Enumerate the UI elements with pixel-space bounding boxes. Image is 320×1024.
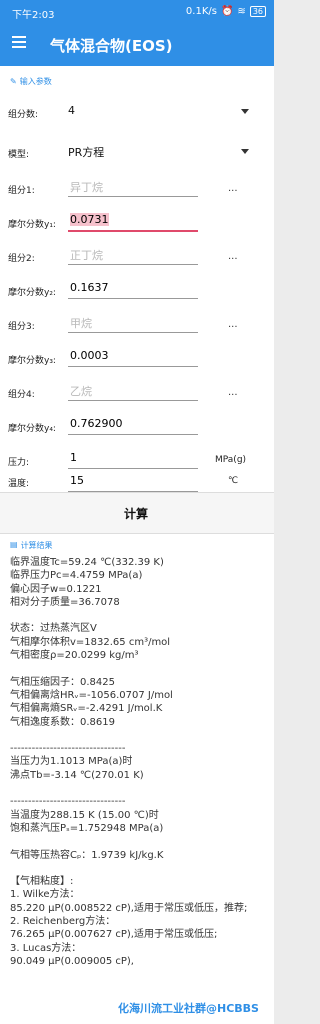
result-line [10, 662, 247, 675]
temp-row: 温度: 15 ℃ [0, 474, 274, 492]
page-title: 气体混合物(EOS) [50, 37, 173, 55]
model-label: 模型: [8, 150, 30, 160]
result-line [10, 609, 247, 622]
alarm-icon: ⏰ [220, 6, 234, 17]
result-line: 气相摩尔体积v=1832.65 cm³/mol [10, 636, 171, 648]
result-line [10, 782, 247, 795]
comp3-label: 组分3: [8, 322, 35, 332]
pressure-label: 压力: [8, 458, 30, 468]
result-line: 【气相粘度】: [10, 876, 74, 888]
battery-icon: 36 [249, 6, 266, 17]
comp1-input[interactable]: 异丁烷 [68, 176, 198, 197]
edit-icon: ✎ [10, 77, 17, 86]
comp1-label: 组分1: [8, 186, 35, 196]
menu-icon[interactable] [12, 36, 26, 48]
result-line [10, 835, 247, 848]
comp4-input[interactable]: 乙烷 [68, 380, 198, 401]
pressure-input[interactable]: 1 [68, 448, 198, 469]
y4-row: 摩尔分数y₄: 0.762900 [0, 412, 274, 440]
y2-label: 摩尔分数y₂: [8, 288, 56, 298]
comp1-picker-button[interactable]: ... [228, 183, 238, 194]
comp4-label: 组分4: [8, 390, 35, 400]
comp4-picker-button[interactable]: ... [228, 387, 238, 398]
status-icons: 0.1K/s ⏰ ≋ 36 [186, 6, 266, 17]
document-icon: ▤ [10, 540, 18, 549]
comp3-picker-button[interactable]: ... [228, 319, 238, 330]
result-line: 临界压力Pc=4.4759 MPa(a) [10, 570, 143, 582]
input-form: ✎ 输入参数 组分数: 4 模型: PR方程 组分1: 异丁烷 ... 摩尔分数… [0, 66, 274, 492]
y1-input[interactable]: 0.0731 [68, 210, 198, 232]
result-line: 当温度为288.15 K (15.00 ℃)时 [10, 809, 159, 821]
result-line: 3. Lucas方法： [10, 942, 82, 954]
results-header: ▤ 计算结果 [10, 540, 53, 551]
y1-label: 摩尔分数y₁: [8, 220, 56, 230]
calculate-button[interactable]: 计算 [0, 492, 274, 534]
temp-unit: ℃ [228, 476, 239, 486]
model-row[interactable]: 模型: PR方程 [0, 138, 274, 166]
y4-label: 摩尔分数y₄: [8, 424, 56, 434]
app-bar: 气体混合物(EOS) [0, 24, 274, 66]
result-line: 饱和蒸汽压Pₛ=1.752948 MPa(a) [10, 822, 164, 834]
result-line: 气相压缩因子：0.8425 [10, 676, 115, 688]
results-panel: ▤ 计算结果 临界温度Tc=59.24 ℃(332.39 K) 临界压力Pc=4.… [0, 534, 274, 1024]
n-components-label: 组分数: [8, 110, 39, 120]
results-head-label: 计算结果 [20, 541, 53, 550]
net-speed: 0.1K/s [185, 6, 217, 17]
calculate-label: 计算 [124, 507, 149, 521]
result-line: 2. Reichenberg方法： [10, 916, 116, 928]
result-line: 偏心因子w=0.1221 [10, 583, 102, 595]
result-line [10, 862, 247, 875]
y2-row: 摩尔分数y₂: 0.1637 [0, 276, 274, 304]
pressure-row: 压力: 1 MPa(g) [0, 446, 274, 474]
dropdown-icon[interactable] [241, 109, 249, 114]
wifi-icon: ≋ [237, 6, 246, 17]
result-line: 气相偏离焓HRᵥ=-1056.0707 J/mol [10, 689, 173, 701]
comp2-input[interactable]: 正丁烷 [68, 244, 198, 265]
result-line: -------------------------------- [10, 743, 126, 755]
result-line: 气相偏离熵SRᵥ=-2.4291 J/mol.K [10, 703, 163, 715]
result-line: 气相等压热容Cₚ：1.9739 kJ/kg.K [10, 849, 164, 861]
temp-input[interactable]: 15 [68, 471, 198, 492]
result-line: 76.265 μP(0.007627 cP),适用于常压或低压; [10, 929, 218, 941]
comp3-input[interactable]: 甲烷 [68, 312, 198, 333]
status-bar: 下午2:03 0.1K/s ⏰ ≋ 36 [0, 0, 274, 24]
results-text: 临界温度Tc=59.24 ℃(332.39 K) 临界压力Pc=4.4759 MP… [10, 556, 247, 968]
comp4-row: 组分4: 乙烷 ... [0, 378, 274, 406]
temp-label: 温度: [8, 479, 30, 489]
status-time: 下午2:03 [12, 10, 55, 21]
result-line [10, 729, 247, 742]
result-line: 状态：过热蒸汽区V [10, 623, 97, 635]
watermark: 化海川流工业社群@HCBBS [118, 1002, 259, 1015]
section-label: 输入参数 [19, 77, 52, 86]
result-line: -------------------------------- [10, 796, 126, 808]
pressure-unit: MPa(g) [215, 455, 247, 465]
result-line: 气相密度ρ=20.0299 kg/m³ [10, 650, 139, 662]
y1-row: 摩尔分数y₁: 0.0731 [0, 208, 274, 236]
y4-input[interactable]: 0.762900 [68, 414, 198, 435]
y3-input[interactable]: 0.0003 [68, 346, 198, 367]
y3-label: 摩尔分数y₃: [8, 356, 56, 366]
result-line: 相对分子质量=36.7078 [10, 596, 120, 608]
result-line: 临界温度Tc=59.24 ℃(332.39 K) [10, 557, 164, 568]
n-components-row[interactable]: 组分数: 4 [0, 98, 274, 126]
n-components-select[interactable]: 4 [68, 104, 75, 117]
model-select[interactable]: PR方程 [68, 144, 104, 160]
result-line: 沸点Tb=-3.14 ℃(270.01 K) [10, 769, 144, 781]
input-section-header: ✎ 输入参数 [10, 76, 52, 87]
y3-row: 摩尔分数y₃: 0.0003 [0, 344, 274, 372]
result-line: 当压力为1.1013 MPa(a)时 [10, 756, 133, 768]
comp1-row: 组分1: 异丁烷 ... [0, 174, 274, 202]
comp2-label: 组分2: [8, 254, 35, 264]
result-line: 1. Wilke方法： [10, 889, 80, 901]
comp2-row: 组分2: 正丁烷 ... [0, 242, 274, 270]
y2-input[interactable]: 0.1637 [68, 278, 198, 299]
comp2-picker-button[interactable]: ... [228, 251, 238, 262]
result-line: 气相逸度系数：0.8619 [10, 716, 115, 728]
comp3-row: 组分3: 甲烷 ... [0, 310, 274, 338]
dropdown-icon[interactable] [241, 149, 249, 154]
result-line: 85.220 μP(0.008522 cP),适用于常压或低压，推荐; [10, 902, 248, 914]
result-line: 90.049 μP(0.009005 cP), [10, 955, 134, 967]
